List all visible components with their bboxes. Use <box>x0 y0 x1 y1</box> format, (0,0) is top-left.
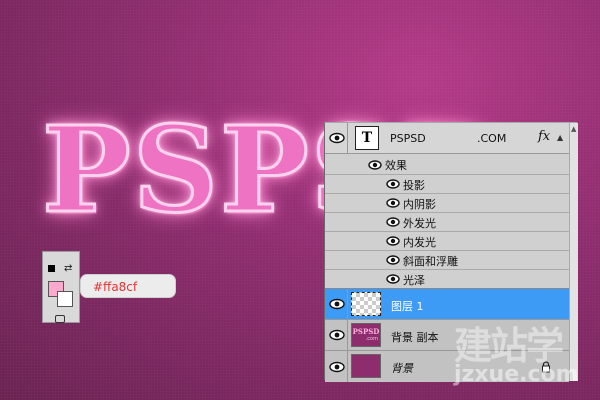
eye-icon[interactable] <box>385 215 401 229</box>
transparent-layer-thumbnail <box>351 292 381 316</box>
effect-row[interactable]: 投影 <box>325 174 569 193</box>
effect-name: 光泽 <box>403 274 425 287</box>
effect-name: 投影 <box>403 179 425 192</box>
thumbnail-text: PSPSD <box>352 327 380 336</box>
effect-name: 内发光 <box>403 236 436 249</box>
layer-row-text[interactable]: T PSPSD .COM fx ▲ <box>325 123 569 154</box>
swap-colors-icon[interactable]: ⇄ <box>64 263 72 274</box>
background-color-swatch[interactable] <box>57 291 73 307</box>
fx-icon[interactable]: fx <box>538 129 550 144</box>
eye-icon[interactable] <box>329 297 345 311</box>
eye-icon[interactable] <box>329 328 345 342</box>
eye-icon[interactable] <box>385 177 401 191</box>
effects-header[interactable]: 效果 <box>325 154 569 174</box>
column-divider <box>347 123 348 153</box>
text-layer-thumbnail: T <box>355 126 379 150</box>
column-divider <box>347 289 348 319</box>
effect-name: 外发光 <box>403 217 436 230</box>
layers-scrollbar[interactable]: ▲ <box>569 123 578 381</box>
eye-icon[interactable] <box>329 131 345 145</box>
color-tools-panel: ⇄ <box>42 251 80 323</box>
column-divider <box>347 320 348 350</box>
eye-icon[interactable] <box>385 234 401 248</box>
layer-name-suffix: .COM <box>477 132 507 145</box>
eye-icon[interactable] <box>329 360 345 374</box>
column-divider <box>347 351 348 382</box>
layer-name[interactable]: 背景 副本 <box>391 329 439 345</box>
effect-name: 斜面和浮雕 <box>403 255 458 268</box>
thumbnail-subtext: .com <box>365 336 378 342</box>
effect-row[interactable]: 内阴影 <box>325 193 569 212</box>
effect-row[interactable]: 内发光 <box>325 231 569 250</box>
watermark-url: jzxue.com <box>454 362 579 387</box>
eye-icon[interactable] <box>385 253 401 267</box>
default-colors-icon[interactable] <box>48 265 55 272</box>
background-copy-thumbnail: PSPSD .com <box>351 323 381 347</box>
effect-name: 内阴影 <box>403 198 436 211</box>
eye-icon[interactable] <box>385 196 401 210</box>
effect-row[interactable]: 光泽 <box>325 269 569 288</box>
collapse-arrow-icon[interactable]: ▲ <box>557 133 563 142</box>
eye-icon[interactable] <box>367 158 383 172</box>
effect-row[interactable]: 外发光 <box>325 212 569 231</box>
effect-row[interactable]: 斜面和浮雕 <box>325 250 569 269</box>
layer-name[interactable]: 图层 1 <box>391 298 424 314</box>
effects-label: 效果 <box>385 159 407 172</box>
color-hex-callout: #ffa8cf <box>80 274 176 298</box>
eye-icon[interactable] <box>385 272 401 286</box>
quick-mask-icon[interactable] <box>55 315 65 323</box>
layer-name[interactable]: 背景 <box>391 360 413 376</box>
layer-name[interactable]: PSPSD <box>390 132 426 145</box>
scroll-up-arrow-icon[interactable]: ▲ <box>571 125 576 133</box>
background-thumbnail <box>351 354 381 378</box>
